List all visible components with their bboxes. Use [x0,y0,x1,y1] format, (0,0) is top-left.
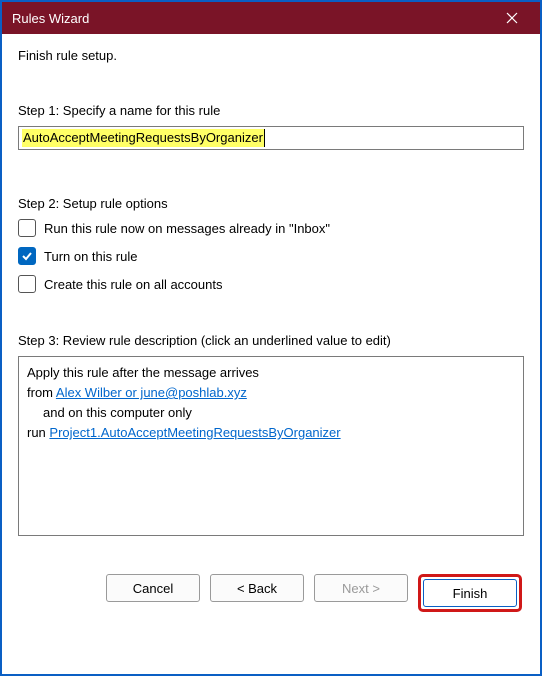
rule-name-value: AutoAcceptMeetingRequestsByOrganizer [22,129,265,147]
desc-from-prefix: from [27,385,56,400]
checkbox-all-accounts[interactable] [18,275,36,293]
finish-highlight: Finish [418,574,522,612]
checkbox-turn-on[interactable] [18,247,36,265]
window-title: Rules Wizard [12,11,89,26]
checkbox-run-now-label: Run this rule now on messages already in… [44,221,330,236]
finish-button[interactable]: Finish [423,579,517,607]
cancel-button[interactable]: Cancel [106,574,200,602]
close-icon [506,12,518,24]
desc-line-apply: Apply this rule after the message arrive… [27,363,515,383]
desc-run-link[interactable]: Project1.AutoAcceptMeetingRequestsByOrga… [49,425,340,440]
desc-from-link[interactable]: Alex Wilber or june@poshlab.xyz [56,385,247,400]
titlebar: Rules Wizard [2,2,540,34]
desc-run-prefix: run [27,425,49,440]
desc-line-from: from Alex Wilber or june@poshlab.xyz [27,383,515,403]
checkbox-all-accounts-label: Create this rule on all accounts [44,277,222,292]
step1-label: Step 1: Specify a name for this rule [18,103,524,118]
desc-line-run: run Project1.AutoAcceptMeetingRequestsBy… [27,423,515,443]
dialog-body: Finish rule setup. Step 1: Specify a nam… [2,34,540,674]
instruction-text: Finish rule setup. [18,48,524,63]
checkbox-run-now[interactable] [18,219,36,237]
checkbox-turn-on-label: Turn on this rule [44,249,137,264]
close-button[interactable] [492,2,532,34]
rules-wizard-window: Rules Wizard Finish rule setup. Step 1: … [0,0,542,676]
rule-name-input[interactable]: AutoAcceptMeetingRequestsByOrganizer [18,126,524,150]
step2-label: Step 2: Setup rule options [18,196,524,211]
next-button: Next > [314,574,408,602]
button-row: Cancel < Back Next > Finish [18,574,524,618]
check-icon [21,250,33,262]
desc-line-computer: and on this computer only [27,403,515,423]
rule-description-box: Apply this rule after the message arrive… [18,356,524,536]
step3-label: Step 3: Review rule description (click a… [18,333,524,348]
back-button[interactable]: < Back [210,574,304,602]
